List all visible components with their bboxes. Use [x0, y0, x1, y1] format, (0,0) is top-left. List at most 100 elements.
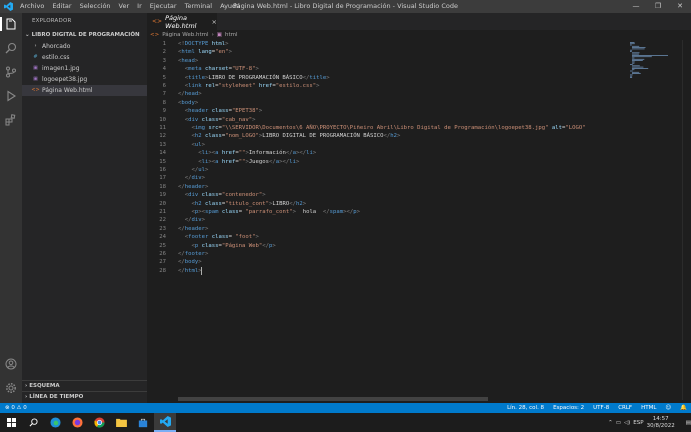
code-token: "contenedor" [221, 192, 263, 199]
extensions-icon[interactable] [4, 113, 18, 127]
code-text: <li><a href="">Información</a></li> [178, 149, 316, 157]
volume-icon[interactable]: ◁) [624, 420, 630, 426]
menu-item[interactable]: Ejecutar [146, 0, 181, 13]
code-token: header [188, 108, 209, 115]
css-file-icon: # [33, 54, 38, 60]
code-token: > [198, 259, 202, 266]
file-explorer-icon[interactable] [110, 413, 132, 432]
timeline-label: LÍNEA DE TIEMPO [29, 393, 84, 400]
breadcrumb-file[interactable]: Página Web.html [162, 32, 208, 38]
menu-item[interactable]: Ir [133, 0, 146, 13]
code-editor[interactable]: 1 <!DOCTYPE html> 2 <html lang="en"> 3 <head>… [147, 40, 617, 400]
timeline-section[interactable]: › LÍNEA DE TIEMPO [22, 391, 147, 402]
window-controls: — ❐ ✕ [625, 0, 691, 13]
code-token: > [198, 91, 202, 98]
file-tree-item[interactable]: ▣ imagen1.jpg [22, 63, 147, 74]
maximize-button[interactable]: ❐ [647, 0, 669, 13]
code-token: class [201, 133, 222, 140]
file-tree-item[interactable]: › Ahorcado [22, 41, 147, 52]
clock[interactable]: 14:57 30/8/2022 [647, 416, 683, 429]
code-token: </ [262, 242, 269, 249]
line-number: 6 [162, 83, 166, 89]
input-language[interactable]: ESP [633, 420, 643, 426]
html-file-icon: <> [31, 87, 40, 93]
code-token: div [191, 217, 202, 224]
network-icon[interactable]: ▭ [616, 420, 621, 426]
store-icon[interactable] [132, 413, 154, 432]
menu-item[interactable]: Archivo [16, 0, 48, 13]
run-debug-icon[interactable] [4, 89, 18, 103]
code-token: Información [248, 150, 286, 157]
horizontal-scrollbar[interactable] [178, 397, 488, 401]
code-token: header [184, 183, 205, 190]
notifications-icon[interactable]: ▤ [686, 420, 691, 426]
vscode-taskbar-icon[interactable] [154, 413, 176, 432]
file-tree-item[interactable]: ▣ logoepet38.jpg [22, 74, 147, 85]
feedback-icon[interactable]: ☺ [665, 405, 671, 411]
close-button[interactable]: ✕ [669, 0, 691, 13]
menu-item[interactable]: Ver [115, 0, 134, 13]
file-tree-item-label: Ahorcado [42, 43, 71, 50]
edge-browser-icon[interactable] [44, 413, 66, 432]
minimize-button[interactable]: — [625, 0, 647, 13]
code-text: </div> [178, 216, 205, 224]
file-tree-item[interactable]: # estilo.css [22, 52, 147, 63]
code-token: </ [184, 217, 192, 224]
search-icon[interactable] [22, 413, 44, 432]
settings-gear-icon[interactable] [4, 381, 18, 395]
menu-item[interactable]: Ayuda [216, 0, 244, 13]
menu-item[interactable]: Editar [48, 0, 75, 13]
minimap-line [630, 42, 635, 43]
language-mode[interactable]: HTML [641, 405, 656, 411]
menu-item[interactable]: Selección [76, 0, 115, 13]
indentation[interactable]: Espacios: 2 [553, 405, 584, 411]
code-token: > [397, 133, 401, 140]
outline-section[interactable]: › ESQUEMA [22, 380, 147, 391]
minimap[interactable] [628, 40, 668, 80]
source-control-icon[interactable] [4, 65, 18, 79]
code-token: title [188, 74, 205, 81]
code-token: head [184, 91, 199, 98]
firefox-icon[interactable] [66, 413, 88, 432]
chrome-icon[interactable] [88, 413, 110, 432]
vertical-scrollbar[interactable] [682, 40, 691, 400]
explorer-icon[interactable] [4, 17, 18, 31]
code-text: <p class="Página Web"</p> [178, 242, 275, 250]
tab-close-icon[interactable]: × [212, 18, 217, 26]
vscode-logo-icon [0, 0, 16, 13]
search-icon[interactable] [4, 41, 18, 55]
code-line: 28 </html> [147, 267, 617, 275]
notifications-bell-icon[interactable]: 🔔 [680, 405, 687, 411]
code-token: h2 [295, 200, 303, 207]
code-text: <footer class= "foot"> [178, 233, 259, 241]
end-of-line[interactable]: CRLF [618, 405, 632, 411]
workspace-folder-header[interactable]: ⌄ LIBRO DIGITAL DE PROGRAMACIÓN [22, 30, 147, 41]
problems-indicator[interactable]: ⊗ 0 ⚠ 0 [5, 405, 27, 411]
code-line: 23 </header> [147, 225, 617, 233]
windows-start-icon[interactable] [0, 413, 22, 432]
tab-pagina-web[interactable]: <> Página Web.html × [147, 13, 217, 30]
code-token: header [184, 225, 205, 232]
code-token: > [201, 175, 205, 182]
code-token: href [255, 83, 273, 89]
account-icon[interactable] [4, 357, 18, 371]
file-tree-item-label: estilo.css [42, 54, 70, 61]
code-token: > [204, 225, 209, 232]
minimap-line [632, 68, 649, 69]
chevron-up-icon[interactable]: ⌃ [608, 420, 613, 426]
code-token: > [262, 192, 266, 199]
breadcrumb: <> Página Web.html › ▣ html [147, 30, 691, 40]
breadcrumb-element[interactable]: html [225, 32, 238, 38]
code-line: 13 <ul> [147, 141, 617, 149]
cursor-position[interactable]: Lín. 28, col. 8 [507, 405, 544, 411]
chevron-right-icon: › [211, 32, 214, 38]
encoding[interactable]: UTF-8 [593, 405, 609, 411]
file-tree-item[interactable]: <> Página Web.html [22, 85, 147, 96]
code-token: class [201, 200, 222, 207]
code-token: > [201, 141, 205, 148]
line-number: 11 [159, 125, 166, 131]
menu-item[interactable]: Terminal [181, 0, 216, 13]
